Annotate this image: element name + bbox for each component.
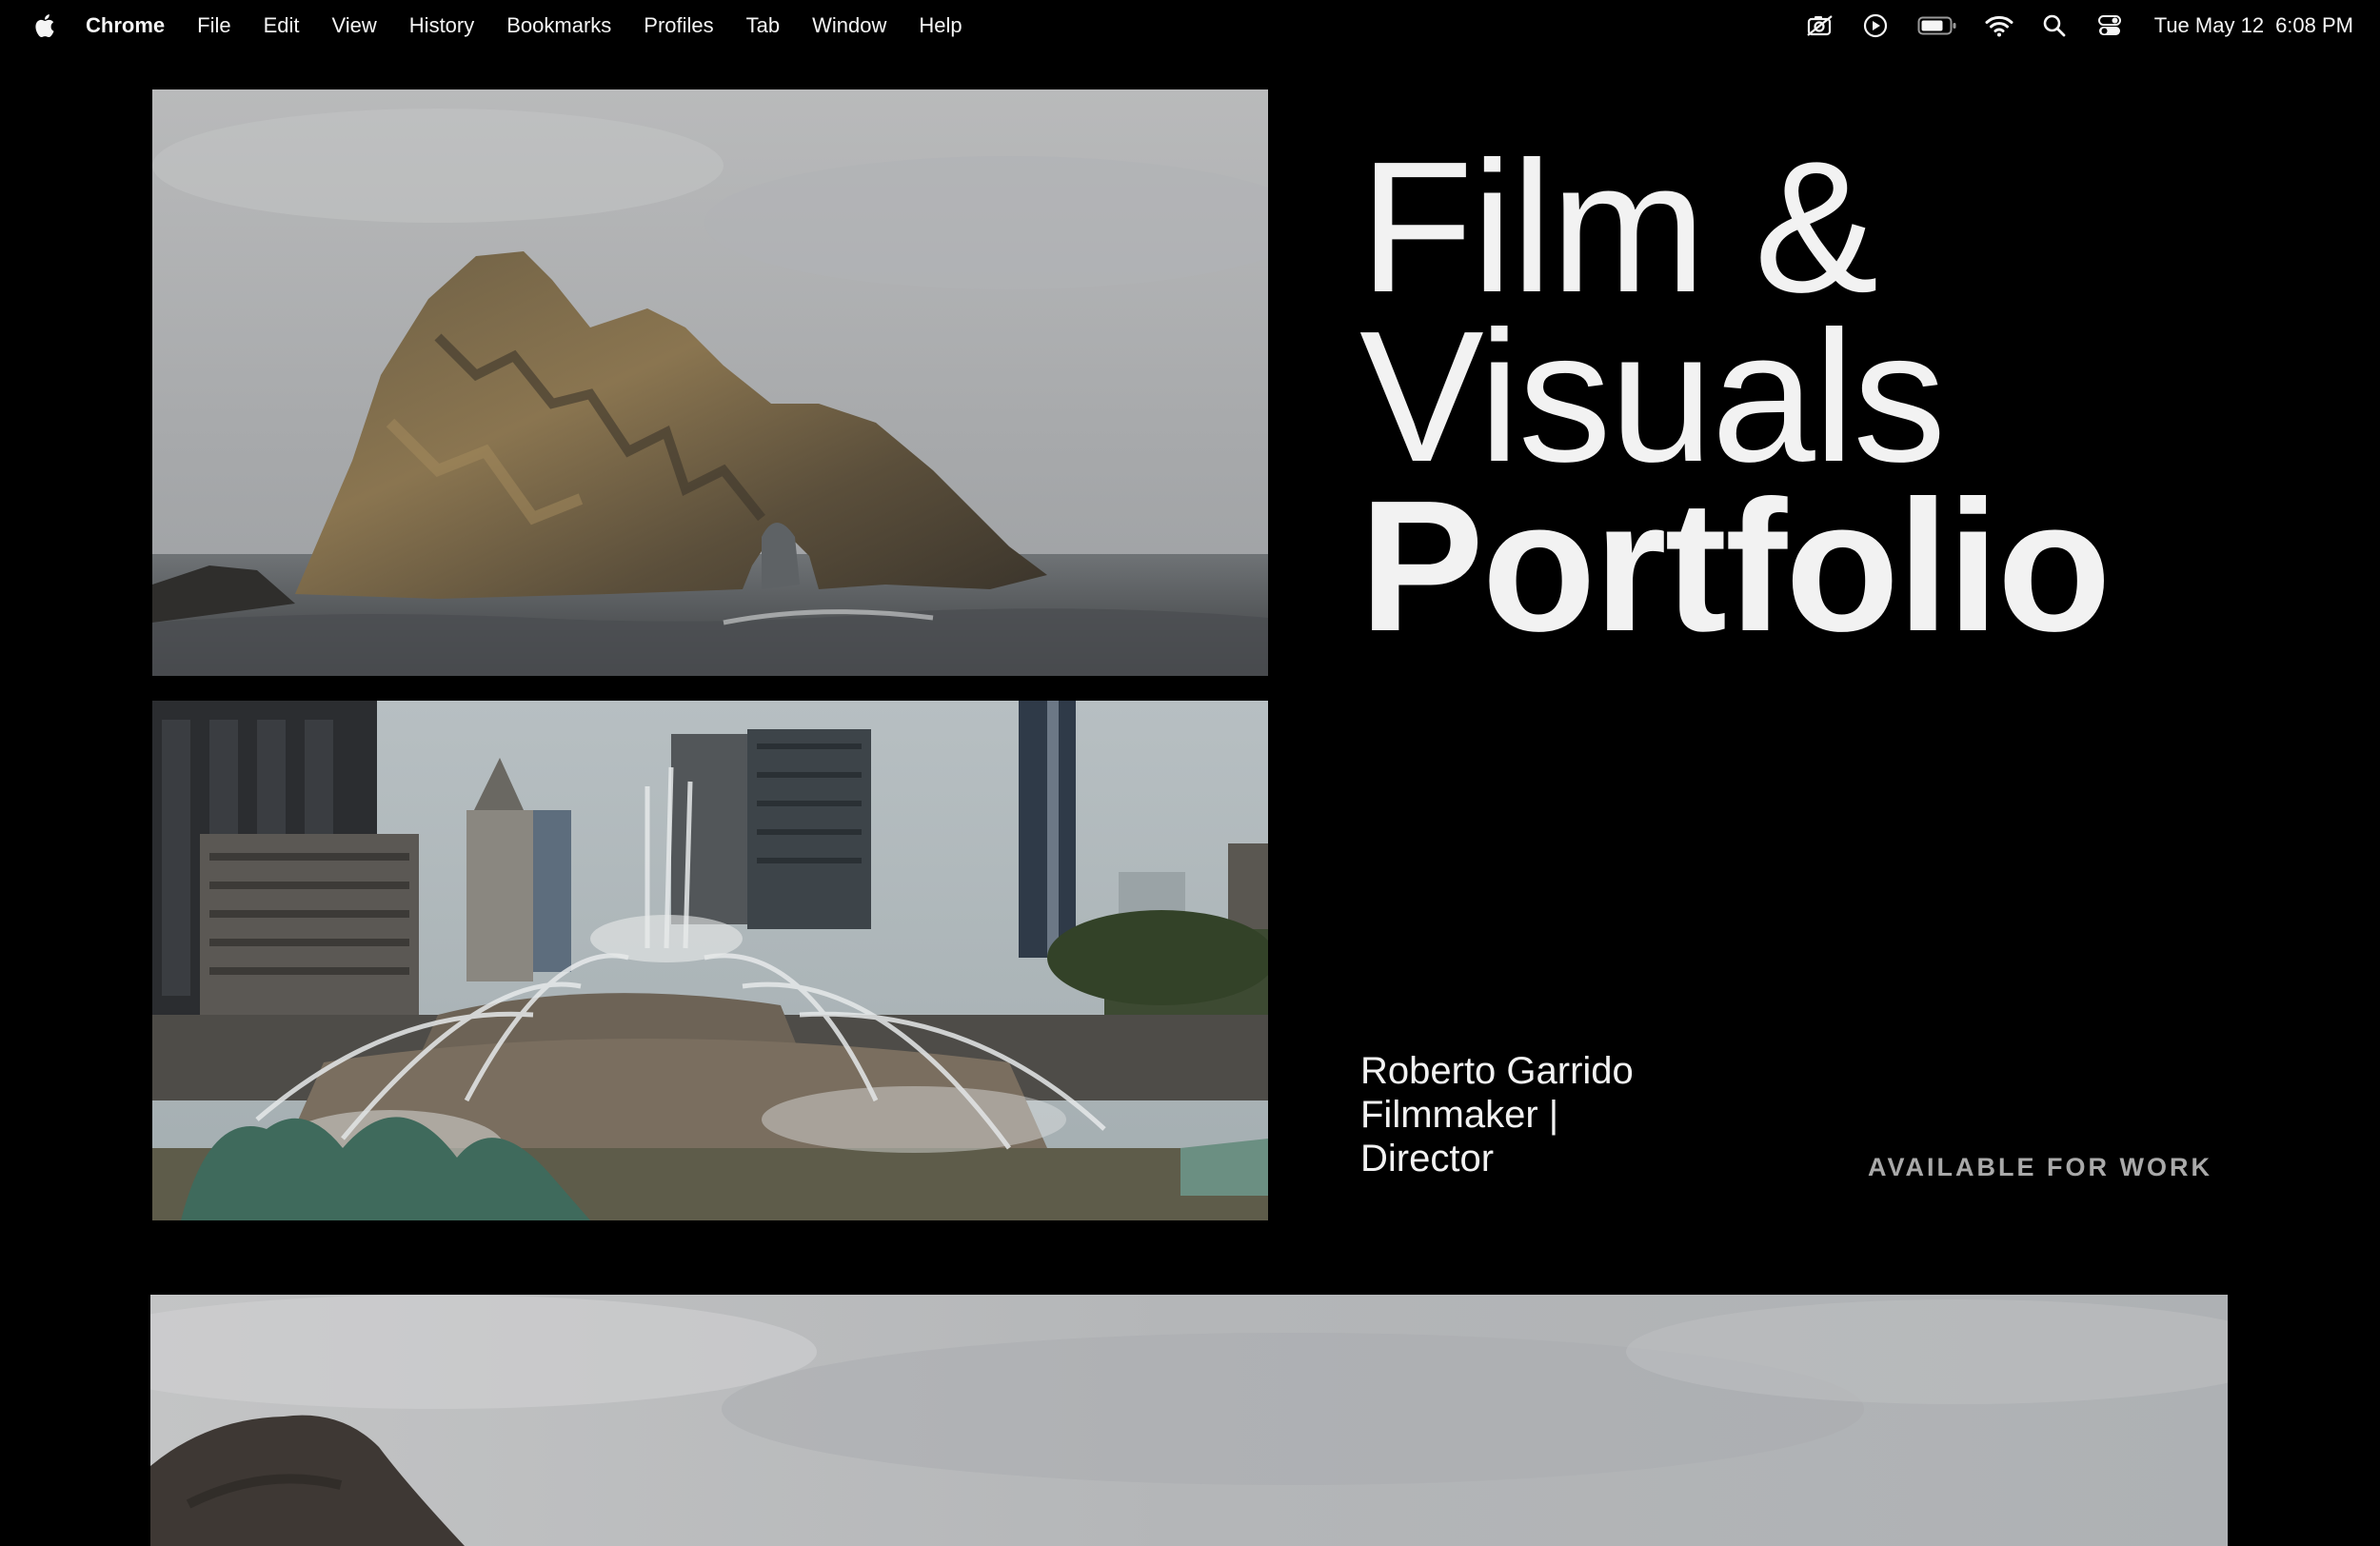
menu-window[interactable]: Window (812, 13, 886, 38)
author-name: Roberto Garrido (1360, 1050, 1634, 1092)
menu-help[interactable]: Help (919, 13, 962, 38)
menu-bar-clock[interactable]: Tue May 12 6:08 PM (2154, 13, 2353, 38)
wifi-icon[interactable] (1985, 11, 2013, 40)
photo-sea-rock-arch (152, 89, 1268, 676)
hero-title-line-3: Portfolio (1359, 462, 2112, 670)
menu-history[interactable]: History (409, 13, 474, 38)
clock-date: Tue May 12 (2153, 13, 2265, 37)
photo-banner-coast (150, 1295, 2228, 1546)
menu-edit[interactable]: Edit (264, 13, 300, 38)
availability-label: AVAILABLE FOR WORK (1868, 1153, 2212, 1181)
menu-file[interactable]: File (197, 13, 230, 38)
now-playing-icon[interactable] (1861, 11, 1890, 40)
control-center-icon[interactable] (2095, 11, 2124, 40)
spotlight-search-icon[interactable] (2040, 11, 2069, 40)
hero-title-line-2: Visuals (1359, 292, 1946, 501)
apple-logo-icon[interactable] (30, 12, 57, 39)
author-info: Roberto Garrido Filmmaker | Director (1360, 1049, 1634, 1180)
hero-title-line-1: Film & (1359, 123, 1878, 331)
author-role-line-1: Filmmaker | (1360, 1094, 1559, 1136)
photo-city-fountain (152, 701, 1268, 1220)
author-role-line-2: Director (1360, 1138, 1495, 1179)
hero-title: Film & Visuals Portfolio (1359, 123, 2112, 670)
menu-tab[interactable]: Tab (746, 13, 780, 38)
screen-recording-icon[interactable] (1806, 11, 1835, 40)
menu-bookmarks[interactable]: Bookmarks (506, 13, 611, 38)
menu-view[interactable]: View (332, 13, 377, 38)
clock-time: 6:08 PM (2275, 13, 2353, 37)
menu-bar-status-area: Tue May 12 6:08 PM (1779, 0, 2353, 51)
menu-profiles[interactable]: Profiles (644, 13, 713, 38)
battery-icon[interactable] (1916, 11, 1958, 40)
menu-bar: Chrome File Edit View History Bookmarks … (0, 0, 2380, 51)
menu-chrome[interactable]: Chrome (86, 13, 165, 38)
menu-bar-left: Chrome File Edit View History Bookmarks … (0, 0, 995, 51)
